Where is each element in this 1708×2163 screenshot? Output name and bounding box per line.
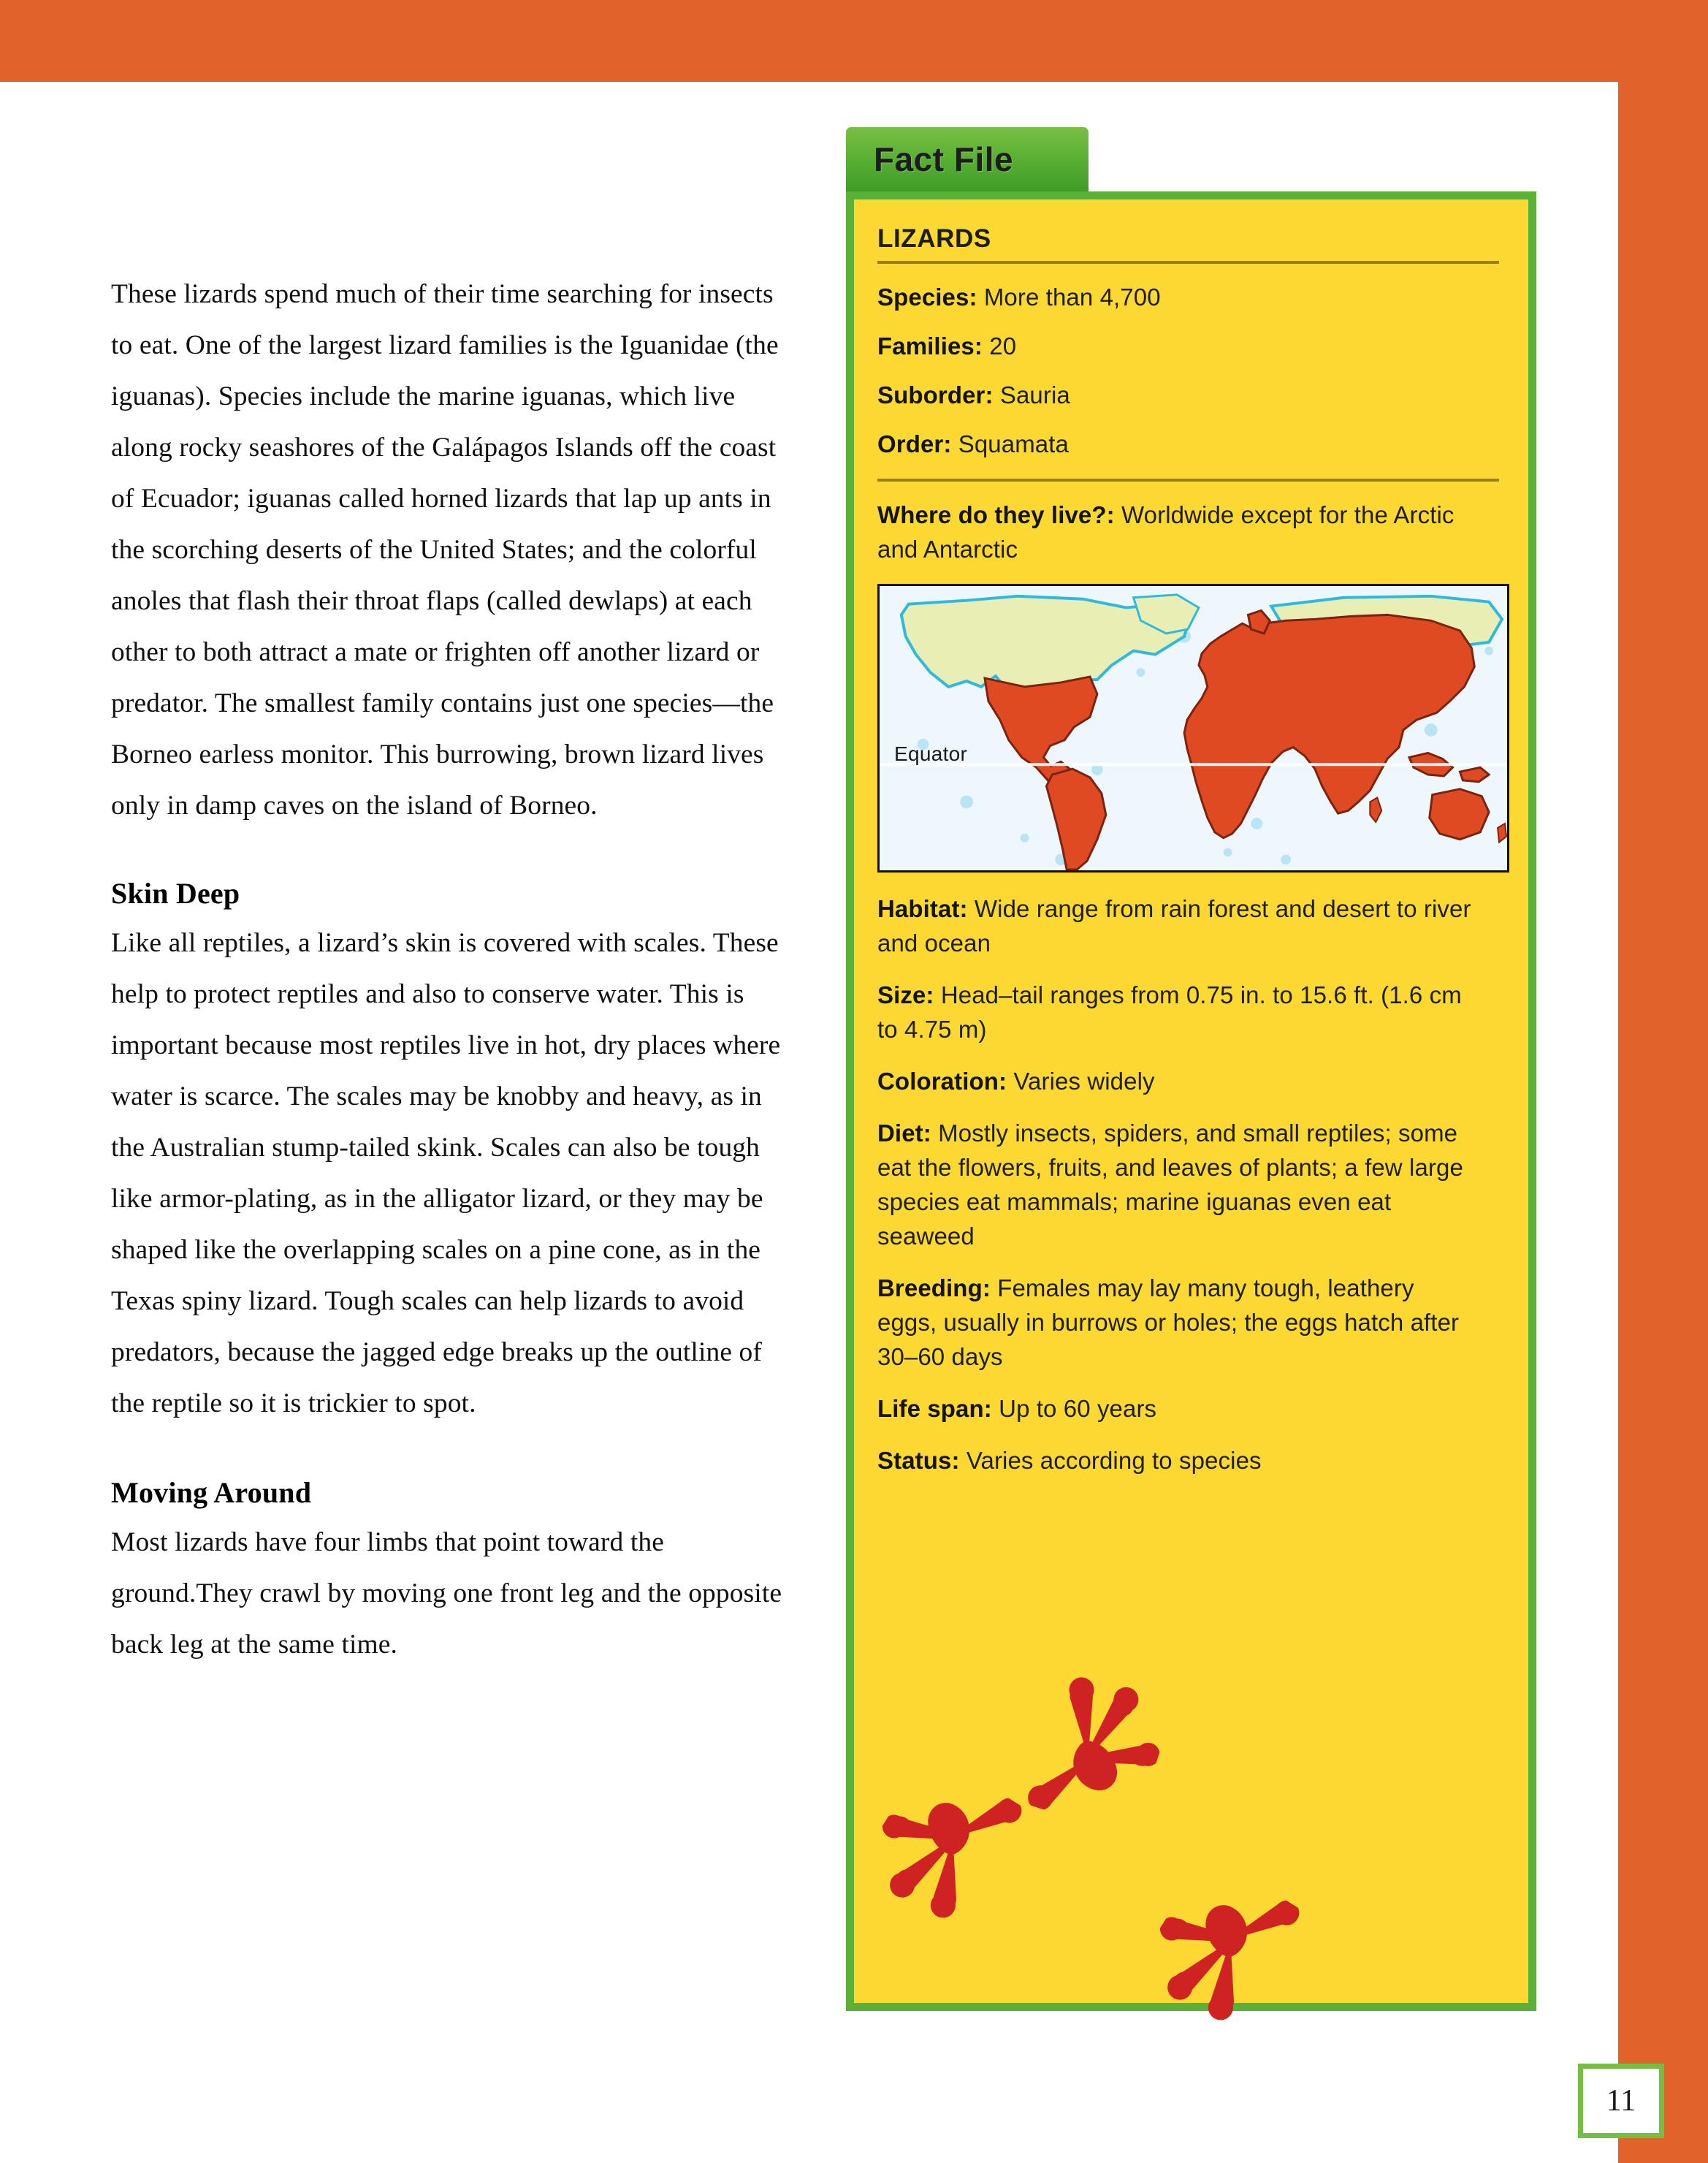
fact-label-habitat: Habitat:: [877, 895, 968, 922]
fact-file-panel: Fact File LIZARDS Species: More than 4,7…: [846, 127, 1536, 2011]
fact-row-coloration: Coloration: Varies widely: [877, 1064, 1476, 1098]
fact-row-species: Species: More than 4,700: [877, 280, 1506, 314]
fact-row-where-do-they-live: Where do they live?: Worldwide except fo…: [877, 498, 1476, 566]
fact-file-title: LIZARDS: [877, 224, 991, 253]
fact-value-size: Head–tail ranges from 0.75 in. to 15.6 f…: [877, 981, 1462, 1043]
equator-label: Equator: [894, 742, 968, 765]
australia-range: [1428, 788, 1490, 841]
fact-label-families: Families:: [877, 332, 983, 360]
fact-label-diet: Diet:: [877, 1119, 931, 1147]
fact-row-size: Size: Head–tail ranges from 0.75 in. to …: [877, 978, 1476, 1046]
fact-value-coloration: Varies widely: [1013, 1068, 1155, 1095]
article-text-column: These lizards spend much of their time s…: [111, 269, 790, 1710]
page-number: 11: [1606, 2084, 1636, 2118]
fact-file-tab-label: Fact File: [874, 140, 1014, 178]
section-heading-skin-deep: Skin Deep: [111, 877, 240, 910]
fact-label-coloration: Coloration:: [877, 1068, 1007, 1095]
section-heading-moving-around: Moving Around: [111, 1476, 312, 1509]
section-body-moving-around: Most lizards have four limbs that point …: [111, 1527, 782, 1660]
section-body-skin-deep: Like all reptiles, a lizard’s skin is co…: [111, 928, 781, 1418]
fact-value-status: Varies according to species: [966, 1447, 1262, 1474]
fact-label-suborder: Suborder:: [877, 381, 994, 408]
world-map-svg: [880, 586, 1507, 870]
fact-label-where-do-they-live: Where do they live?:: [877, 501, 1115, 528]
fact-value-suborder: Sauria: [999, 381, 1070, 408]
fact-row-diet: Diet: Mostly insects, spiders, and small…: [877, 1116, 1476, 1253]
intro-paragraph: These lizards spend much of their time s…: [111, 279, 779, 821]
fact-file-body: LIZARDS Species: More than 4,700 Familie…: [846, 191, 1536, 2011]
fact-value-order: Squamata: [958, 430, 1069, 457]
fact-row-status: Status: Varies according to species: [877, 1443, 1476, 1478]
fact-value-species: More than 4,700: [983, 284, 1161, 311]
fact-row-life-span: Life span: Up to 60 years: [877, 1391, 1476, 1426]
fact-file-divider-top: [877, 261, 1499, 264]
fact-row-families: Families: 20: [877, 329, 1506, 363]
fact-label-species: Species:: [877, 284, 977, 311]
fact-row-habitat: Habitat: Wide range from rain forest and…: [877, 892, 1476, 960]
fact-label-life-span: Life span:: [877, 1395, 992, 1422]
fact-row-breeding: Breeding: Females may lay many tough, le…: [877, 1271, 1476, 1374]
fact-value-families: 20: [989, 332, 1017, 360]
fact-row-suborder: Suborder: Sauria: [877, 378, 1506, 412]
fact-file-tab: Fact File: [846, 127, 1089, 191]
fact-value-diet: Mostly insects, spiders, and small repti…: [877, 1119, 1463, 1250]
fact-label-status: Status:: [877, 1447, 960, 1474]
fact-row-order: Order: Squamata: [877, 427, 1506, 461]
fact-value-life-span: Up to 60 years: [999, 1395, 1157, 1422]
page-number-box: 11: [1578, 2064, 1664, 2138]
fact-label-size: Size:: [877, 981, 934, 1008]
fact-label-order: Order:: [877, 430, 952, 457]
fact-label-breeding: Breeding:: [877, 1274, 991, 1301]
world-range-map: Equator: [877, 584, 1509, 873]
fact-file-divider-middle: [877, 479, 1499, 482]
